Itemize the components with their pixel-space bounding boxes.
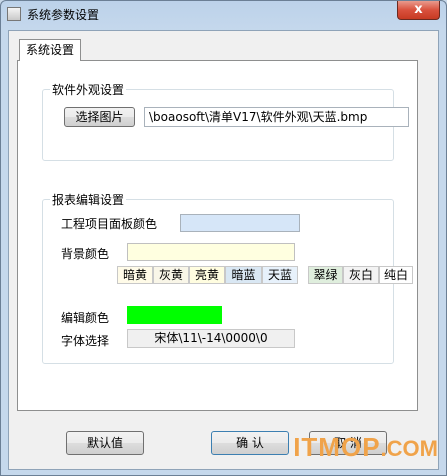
edit-color-swatch[interactable] xyxy=(127,306,222,324)
edit-color-label: 编辑颜色 xyxy=(61,311,110,325)
watermark: ITMOP.COM xyxy=(293,432,438,463)
font-select-button[interactable]: 宋体\11\-14\0000\0 xyxy=(127,329,295,348)
background-color-label: 背景颜色 xyxy=(61,247,110,261)
appearance-group: 软件外观设置 选择图片 \boaosoft\清单V17\软件外观\天蓝.bmp xyxy=(42,81,409,161)
default-button[interactable]: 默认值 xyxy=(66,431,144,455)
font-select-label: 字体选择 xyxy=(61,334,110,348)
watermark-brand: ITMOP xyxy=(293,432,381,462)
color-option[interactable]: 灰白 xyxy=(343,266,379,284)
dialog-window: 系统参数设置 x 系统设置 软件外观设置 选择图片 \boaosoft\清单V1… xyxy=(0,0,447,476)
color-option[interactable]: 灰黄 xyxy=(153,266,189,284)
window-title: 系统参数设置 xyxy=(27,8,100,22)
app-icon xyxy=(7,7,21,21)
confirm-button[interactable]: 确 认 xyxy=(211,431,289,455)
title-bar[interactable]: 系统参数设置 x xyxy=(1,1,446,29)
appearance-group-title: 软件外观设置 xyxy=(50,81,127,98)
color-option[interactable]: 亮黄 xyxy=(189,266,225,284)
panel-color-label: 工程项目面板颜色 xyxy=(61,217,158,231)
image-path-field[interactable]: \boaosoft\清单V17\软件外观\天蓝.bmp xyxy=(144,107,409,127)
color-option[interactable]: 纯白 xyxy=(379,266,413,284)
background-color-swatch[interactable] xyxy=(127,243,295,261)
choose-image-button[interactable]: 选择图片 xyxy=(64,107,135,127)
tab-panel: 软件外观设置 选择图片 \boaosoft\清单V17\软件外观\天蓝.bmp … xyxy=(17,60,418,411)
color-option[interactable]: 暗黄 xyxy=(117,266,153,284)
report-group: 报表编辑设置 工程项目面板颜色 背景颜色 暗黄 灰黄 亮黄 暗蓝 天蓝 翠绿 灰白 纯白 编辑… xyxy=(42,191,413,364)
report-group-title: 报表编辑设置 xyxy=(50,191,127,208)
background-color-presets: 暗黄 灰黄 亮黄 暗蓝 天蓝 翠绿 灰白 纯白 xyxy=(117,266,417,284)
watermark-suffix: .COM xyxy=(380,436,438,461)
color-option[interactable]: 暗蓝 xyxy=(225,266,262,284)
color-option[interactable]: 天蓝 xyxy=(262,266,298,284)
color-option[interactable]: 翠绿 xyxy=(308,266,343,284)
panel-color-swatch[interactable] xyxy=(180,214,300,232)
tab-system-settings[interactable]: 系统设置 xyxy=(19,39,82,61)
dialog-client-area: 系统设置 软件外观设置 选择图片 \boaosoft\清单V17\软件外观\天蓝… xyxy=(8,30,439,470)
close-button[interactable]: x xyxy=(397,1,440,20)
